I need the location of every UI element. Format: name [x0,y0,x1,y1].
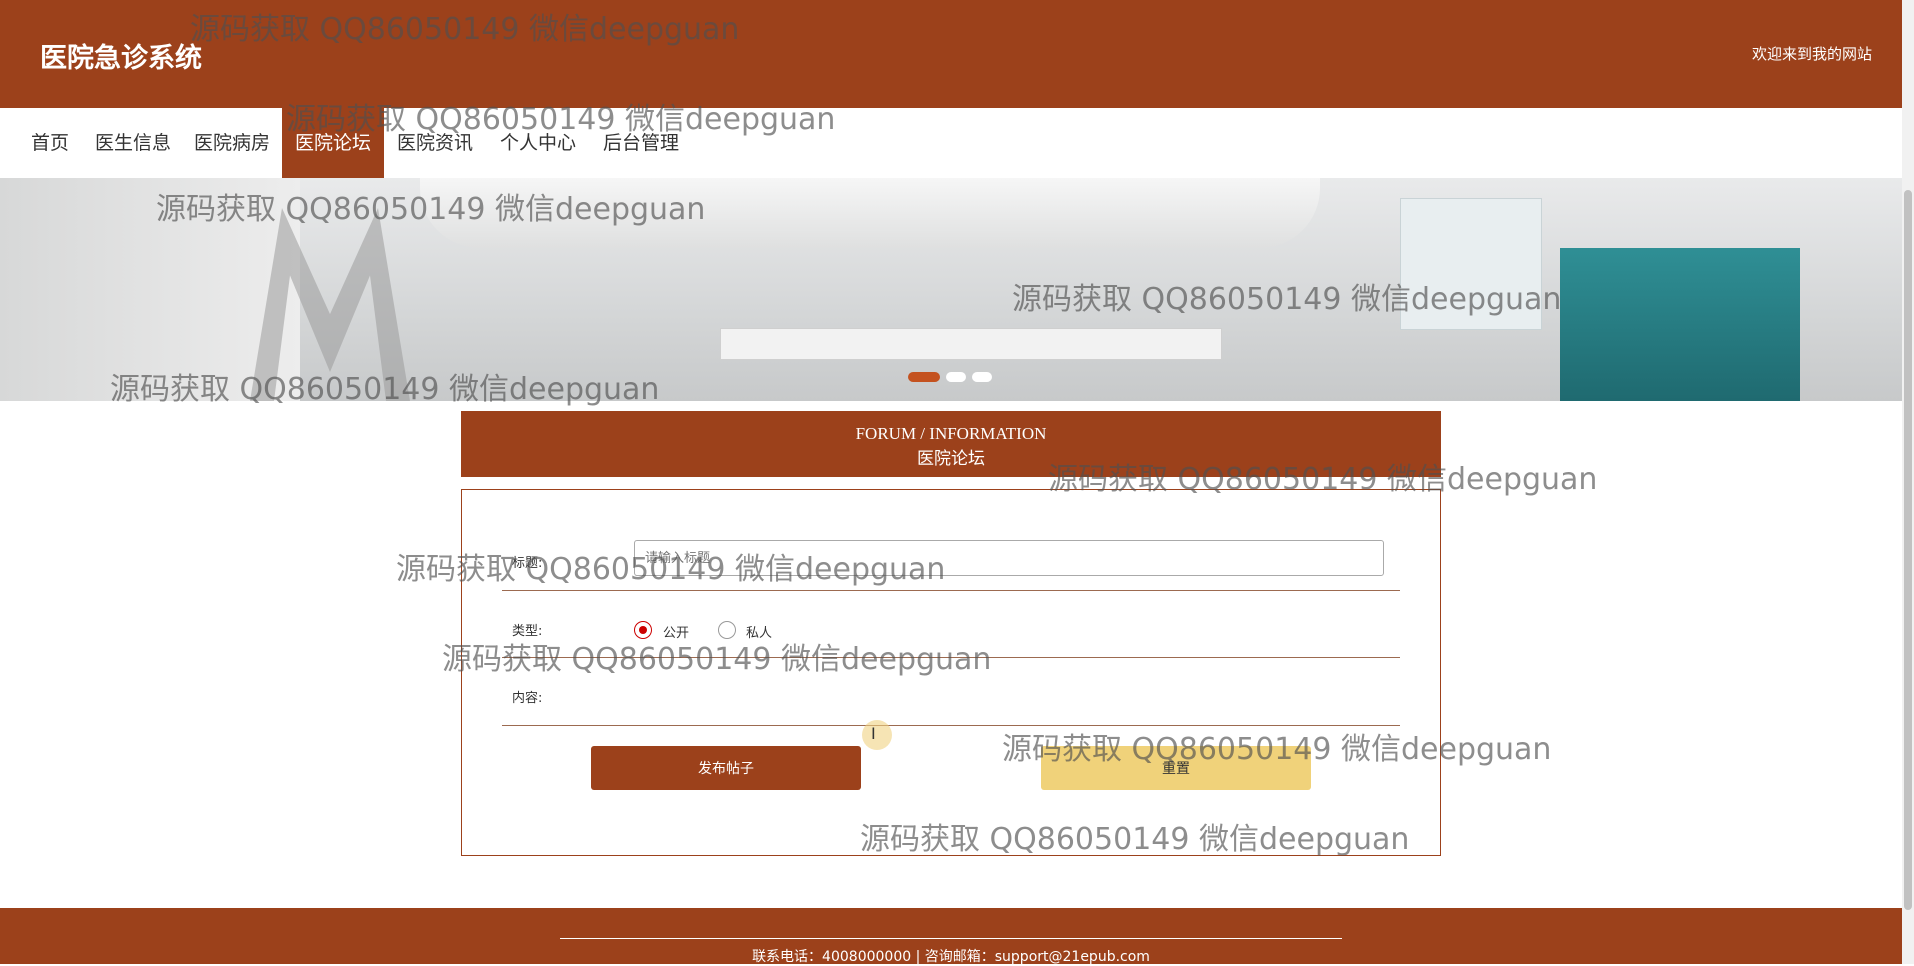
type-radio-public[interactable] [634,621,652,639]
nav-item-forum[interactable]: 医院论坛 [282,108,384,178]
carousel-dot-3[interactable] [972,372,992,382]
row-divider [502,657,1400,658]
type-label: 类型: [512,624,543,639]
nav-item-admin[interactable]: 后台管理 [596,108,686,178]
title-input[interactable] [634,540,1384,576]
banner-cabinet [1560,248,1800,401]
carousel-dot-2[interactable] [946,372,966,382]
banner-bed [720,328,1222,360]
nav-item-news[interactable]: 医院资讯 [390,108,480,178]
banner-ceiling [420,178,1320,248]
type-option-private: 私人 [746,626,773,641]
nav-item-home[interactable]: 首页 [20,108,80,178]
top-header: 医院急诊系统 欢迎来到我的网站 [0,0,1902,108]
section-title-cn: 医院论坛 [917,449,985,469]
mouse-cursor-highlight [862,720,892,750]
text-cursor-icon: I [871,724,876,743]
scrollbar-thumb[interactable] [1904,190,1912,910]
carousel-dot-1[interactable] [908,372,940,382]
nav-item-doctors[interactable]: 医生信息 [88,108,178,178]
publish-post-button[interactable]: 发布帖子 [591,746,861,790]
title-label: 标题: [512,556,543,571]
type-option-public: 公开 [663,626,690,641]
banner-equipment [1400,198,1542,330]
banner-wall [0,178,300,401]
hero-banner [0,178,1902,401]
reset-button[interactable]: 重置 [1041,746,1311,790]
site-title: 医院急诊系统 [40,43,202,74]
footer-contact: 联系电话：4008000000 | 咨询邮箱：support@21epub.co… [752,949,1150,965]
section-title-en: FORUM / INFORMATION [855,424,1047,443]
welcome-text: 欢迎来到我的网站 [1751,45,1872,63]
row-divider [502,725,1400,726]
section-header: FORUM / INFORMATION 医院论坛 [461,411,1441,477]
footer-rule [560,938,1342,939]
page-scrollbar[interactable] [1902,0,1914,964]
row-divider [502,590,1400,591]
content-label: 内容: [512,691,543,706]
nav-item-profile[interactable]: 个人中心 [493,108,583,178]
type-radio-private[interactable] [718,621,736,639]
page-footer: 联系电话：4008000000 | 咨询邮箱：support@21epub.co… [0,908,1902,965]
forum-post-form: 标题: 类型: 公开 私人 内容: 发布帖子 重置 [461,489,1441,856]
nav-item-wards[interactable]: 医院病房 [187,108,277,178]
main-nav: 首页 医生信息 医院病房 医院论坛 医院资讯 个人中心 后台管理 [0,108,1902,178]
